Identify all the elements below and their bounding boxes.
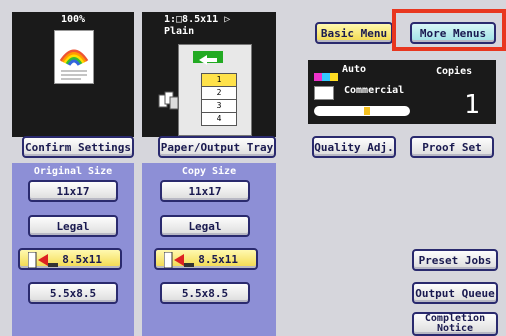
tray-preview-area: 1:□8.5x11 ▷ Plain 1 2 3 4 (142, 12, 276, 137)
original-mode-icon (314, 86, 334, 100)
proof-set-button[interactable]: Proof Set (410, 136, 494, 158)
original-size-panel: Original Size 11x17 Legal 8.5x11 5.5x8.5 (12, 163, 134, 336)
completion-notice-button[interactable]: Completion Notice (412, 312, 498, 336)
density-slider-thumb (364, 107, 370, 115)
original-mode-label: Commercial (344, 85, 405, 96)
tray-list: 1 2 3 4 (201, 73, 237, 126)
copier-machine-icon: 1 2 3 4 (158, 44, 252, 136)
original-size-header: Original Size (33, 166, 113, 177)
original-size-legal[interactable]: Legal (28, 215, 118, 237)
copy-size-8-5x11-label: 8.5x11 (198, 252, 238, 266)
settings-summary: Auto Copies Commercial 1 (308, 60, 496, 124)
paper-output-tray-button[interactable]: Paper/Output Tray (158, 136, 276, 158)
confirm-settings-button[interactable]: Confirm Settings (22, 136, 134, 158)
density-slider (314, 106, 410, 116)
copy-size-panel: Copy Size 11x17 Legal 8.5x11 5.5x8.5 (142, 163, 276, 336)
copy-size-header: Copy Size (181, 166, 237, 177)
preset-jobs-button[interactable]: Preset Jobs (412, 249, 498, 271)
arrow-left-icon (193, 51, 223, 65)
basic-menu-button[interactable]: Basic Menu (315, 22, 393, 44)
copy-size-legal[interactable]: Legal (160, 215, 250, 237)
copy-size-8-5x11[interactable]: 8.5x11 (154, 248, 258, 270)
tray-4: 4 (201, 113, 237, 126)
zoom-ratio: 100% (60, 14, 86, 25)
document-icon (54, 30, 94, 84)
original-size-11x17[interactable]: 11x17 (28, 180, 118, 202)
copies-label: Copies (436, 66, 473, 77)
output-queue-button[interactable]: Output Queue (412, 282, 498, 304)
original-size-5-5x8-5[interactable]: 5.5x8.5 (28, 282, 118, 304)
original-size-8-5x11-label: 8.5x11 (62, 252, 102, 266)
output-paper-icon (157, 89, 179, 113)
density-mode-label: Auto (342, 64, 367, 75)
tray-selected-icon (163, 251, 194, 269)
paper-info: 1:□8.5x11 ▷ (164, 14, 231, 25)
copies-count: 1 (464, 90, 480, 120)
copier-screen: 100% 1:□8.5x11 ▷ Plain 1 2 3 4 Basic Men… (0, 0, 506, 336)
original-size-8-5x11[interactable]: 8.5x11 (18, 248, 122, 270)
quality-adj-button[interactable]: Quality Adj. (312, 136, 396, 158)
more-menus-button[interactable]: More Menus (410, 22, 496, 44)
tray-1: 1 (201, 73, 237, 87)
color-auto-icon (314, 66, 340, 81)
tray-2: 2 (201, 87, 237, 100)
tray-3: 3 (201, 100, 237, 113)
tray-selected-icon (27, 251, 58, 269)
original-preview-area: 100% (12, 12, 134, 137)
copy-size-11x17[interactable]: 11x17 (160, 180, 250, 202)
paper-type: Plain (164, 26, 195, 37)
copy-size-5-5x8-5[interactable]: 5.5x8.5 (160, 282, 250, 304)
